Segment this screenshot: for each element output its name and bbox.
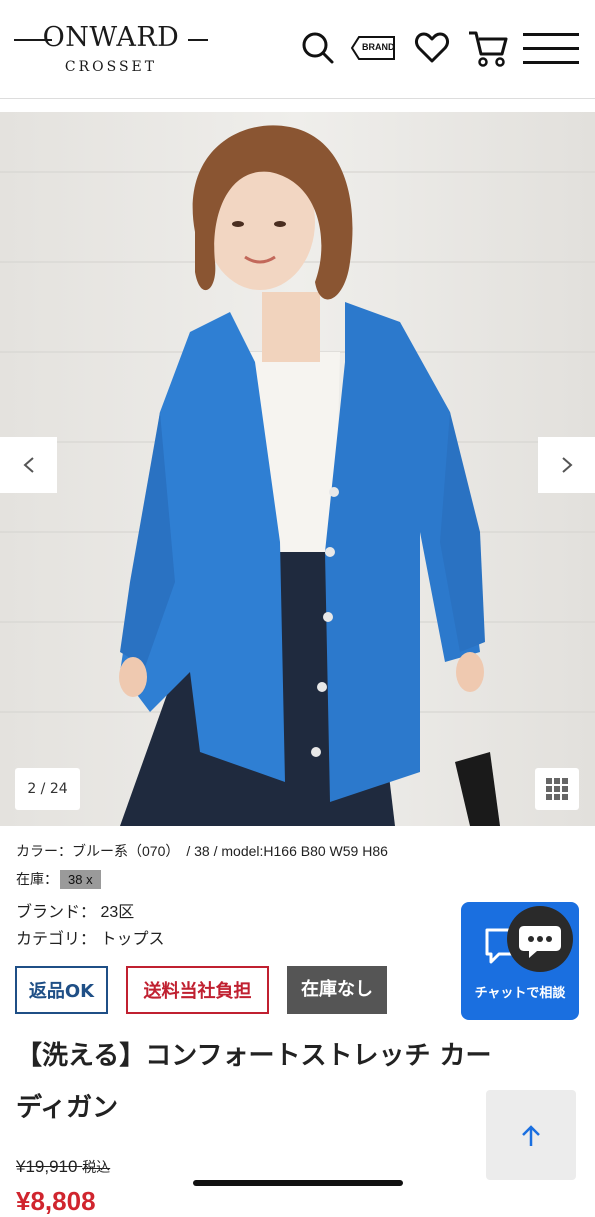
original-price-value: ¥19,910 (16, 1157, 78, 1176)
chevron-right-icon (562, 457, 573, 473)
brand-label: ブランド： (16, 904, 97, 921)
category-label: カテゴリ： (16, 931, 97, 948)
logo-main-text: ONWARD (42, 22, 180, 53)
menu-bar (523, 61, 579, 64)
chevron-left-icon (23, 457, 34, 473)
original-price: ¥19,910 税込 (16, 1157, 110, 1177)
out-of-stock-badge: 在庫なし (287, 966, 387, 1014)
stock-row: 在庫： 38 x (16, 869, 101, 889)
back-to-top-button[interactable] (486, 1090, 576, 1180)
brand-value[interactable]: 23区 (100, 904, 134, 921)
search-icon[interactable] (300, 30, 336, 66)
original-price-tax: 税込 (82, 1159, 111, 1175)
grid-icon (546, 778, 568, 800)
menu-bar (523, 47, 579, 50)
onward-logo[interactable]: ONWARD CROSSET (14, 22, 208, 78)
cart-icon[interactable] (468, 30, 508, 67)
logo-sub-text: CROSSET (64, 59, 158, 75)
image-counter: 2 / 24 (15, 768, 80, 810)
stock-size-chip[interactable]: 38 x (60, 870, 101, 889)
grid-view-button[interactable] (535, 768, 579, 810)
previous-image-button[interactable] (0, 437, 57, 493)
spec-line: カラー：ブルー系（070） / 38 / model:H166 B80 W59 … (16, 843, 388, 859)
brand-button-label: BRAND (362, 42, 395, 52)
category-row: カテゴリ： トップス (16, 925, 164, 949)
stock-label: 在庫： (16, 871, 58, 887)
free-shipping-badge: 送料当社負担 (126, 966, 269, 1014)
arrow-up-icon (522, 1125, 540, 1146)
return-ok-badge: 返品OK (15, 966, 108, 1014)
heart-icon[interactable] (414, 30, 450, 66)
product-title-line1: 【洗える】コンフォートストレッチ カー (16, 1041, 492, 1071)
menu-icon[interactable] (523, 33, 579, 65)
sale-price: ¥8,808 (16, 1186, 96, 1216)
site-header: ONWARD CROSSET BRAND (0, 0, 595, 99)
menu-bar (523, 33, 579, 36)
category-value[interactable]: トップス (100, 931, 164, 948)
brand-row: ブランド： 23区 (16, 898, 134, 922)
next-image-button[interactable] (538, 437, 595, 493)
brand-button[interactable]: BRAND (351, 36, 395, 60)
chat-label: チャットで相談 (474, 986, 566, 1001)
chat-icon[interactable] (507, 906, 573, 972)
product-image[interactable] (0, 112, 595, 826)
home-indicator (193, 1180, 403, 1186)
